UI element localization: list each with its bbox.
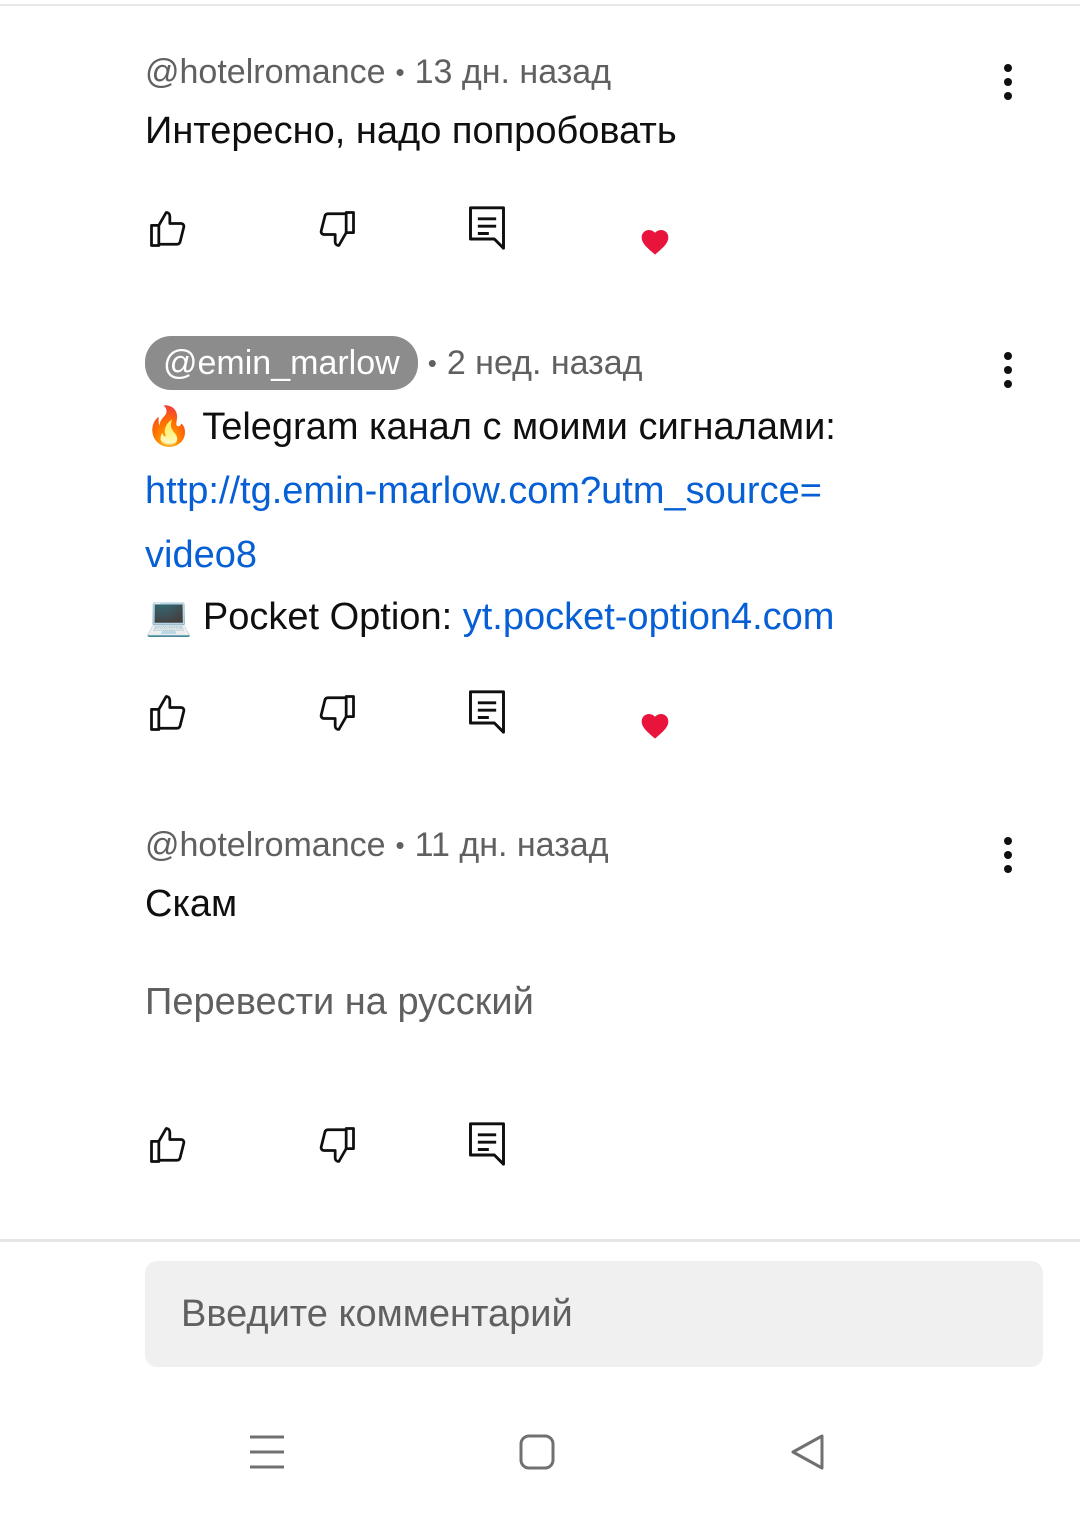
- thumb-up-icon: [150, 1127, 186, 1163]
- comment-link-telegram-cont[interactable]: video8: [145, 524, 1025, 586]
- creator-heart-icon: [641, 714, 669, 739]
- comment-link-telegram[interactable]: http://tg.emin-marlow.com?utm_source=: [145, 460, 1025, 522]
- more-options-button[interactable]: [990, 348, 1026, 392]
- reply-comment-icon: [469, 690, 505, 734]
- reply-button[interactable]: [463, 204, 511, 252]
- dislike-button[interactable]: [313, 205, 361, 253]
- reply-button[interactable]: [463, 1120, 511, 1168]
- reply-button[interactable]: [463, 688, 511, 736]
- comment-line-text: Telegram канал с моими сигналами:: [202, 406, 836, 448]
- creator-heart-icon: [641, 230, 669, 255]
- thumb-down-icon: [319, 211, 355, 247]
- thumb-down-icon: [319, 1127, 355, 1163]
- translate-link[interactable]: Перевести на русский: [145, 977, 534, 1027]
- comment-author[interactable]: @hotelromance: [145, 50, 386, 94]
- more-vert-icon: [1004, 64, 1012, 100]
- comment-time: 2 нед. назад: [446, 344, 643, 382]
- comment-time: 11 дн. назад: [414, 826, 609, 864]
- like-button[interactable]: [144, 205, 192, 253]
- meta-separator: •: [427, 348, 437, 378]
- nav-home-button[interactable]: [513, 1428, 561, 1476]
- like-button[interactable]: [144, 689, 192, 737]
- more-vert-icon: [1004, 352, 1012, 388]
- comment-line-text: Pocket Option:: [202, 596, 463, 638]
- more-options-button[interactable]: [990, 60, 1026, 104]
- input-divider: [0, 1239, 1080, 1242]
- home-square-icon: [519, 1434, 555, 1470]
- link-text[interactable]: http://tg.emin-marlow.com?utm_source=: [145, 470, 822, 512]
- comment-meta: @hotelromance • 13 дн. назад: [145, 50, 611, 94]
- dislike-button[interactable]: [313, 689, 361, 737]
- thumb-up-icon: [150, 695, 186, 731]
- more-vert-icon: [1004, 837, 1012, 873]
- more-options-button[interactable]: [990, 833, 1026, 877]
- link-text[interactable]: video8: [145, 534, 257, 576]
- comment-input[interactable]: [145, 1261, 1043, 1367]
- comment-author[interactable]: @hotelromance: [145, 823, 386, 867]
- comment-link-pocket-option[interactable]: yt.pocket-option4.com: [463, 596, 835, 638]
- comment-author-highlighted[interactable]: @emin_marlow: [145, 336, 418, 390]
- meta-separator: •: [395, 57, 405, 87]
- comment-line: 💻 Pocket Option: yt.pocket-option4.com: [145, 586, 1025, 648]
- meta-separator: •: [395, 830, 405, 860]
- reply-comment-icon: [469, 206, 505, 250]
- comment-line: 🔥 Telegram канал с моими сигналами:: [145, 396, 1025, 458]
- nav-recents-button[interactable]: [243, 1428, 291, 1476]
- comment-text: 🔥 Telegram канал с моими сигналами: http…: [145, 396, 1025, 648]
- comment-text: Интересно, надо попробовать: [145, 110, 677, 152]
- comment-meta: @emin_marlow • 2 нед. назад: [145, 336, 642, 390]
- top-divider: [0, 4, 1080, 6]
- dislike-button[interactable]: [313, 1121, 361, 1169]
- comment-time: 13 дн. назад: [414, 53, 612, 91]
- thumb-down-icon: [319, 695, 355, 731]
- like-button[interactable]: [144, 1121, 192, 1169]
- laptop-emoji: 💻: [145, 596, 193, 638]
- reply-comment-icon: [469, 1122, 505, 1166]
- thumb-up-icon: [150, 211, 186, 247]
- fire-emoji: 🔥: [145, 406, 193, 448]
- comment-text: Скам: [145, 883, 238, 925]
- back-triangle-icon: [791, 1434, 824, 1470]
- nav-back-button[interactable]: [783, 1428, 831, 1476]
- menu-lines-icon: [250, 1435, 284, 1469]
- comment-meta: @hotelromance • 11 дн. назад: [145, 823, 609, 867]
